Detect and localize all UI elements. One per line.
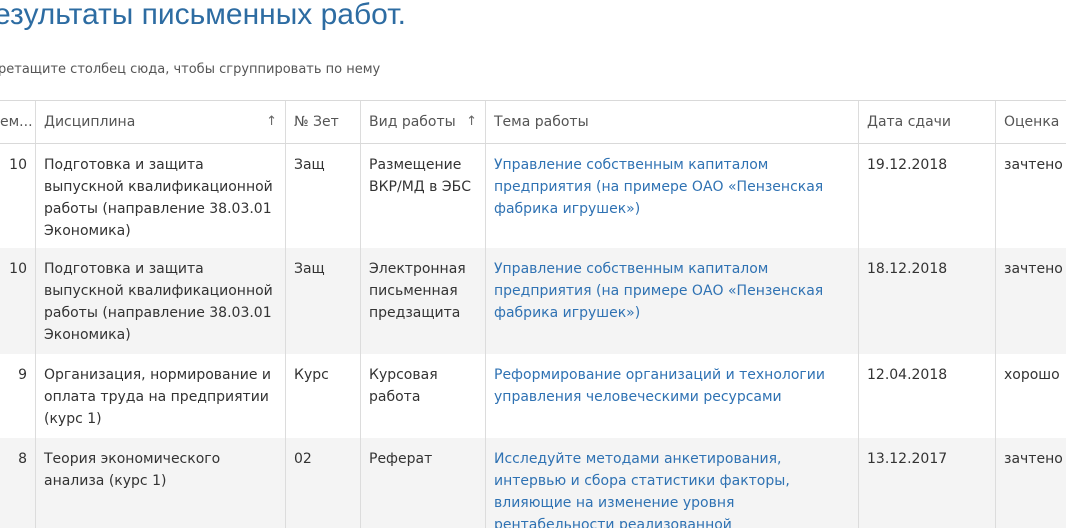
- grade-cell: зачтено: [1004, 451, 1063, 467]
- date-cell: 12.04.2018: [859, 354, 996, 438]
- header-topic[interactable]: Тема работы: [486, 101, 859, 143]
- topic-cell: Управление собственным капиталом предпри…: [486, 144, 859, 248]
- results-table: ем... Дисциплина ↑ № Зет Вид работы ↑ Тема…: [0, 100, 1066, 528]
- discipline-cell: Подготовка и защита выпускной квалификац…: [36, 144, 286, 248]
- semester-cell: 8: [0, 438, 36, 528]
- zet-cell: Защ: [286, 248, 361, 354]
- grade-cell: зачтено: [1004, 261, 1063, 277]
- work-type-cell: Размещение ВКР/МД в ЭБС: [361, 144, 486, 248]
- header-zet[interactable]: № Зет: [286, 101, 361, 143]
- sort-asc-icon: ↑: [466, 114, 477, 129]
- table-row: 10 Подготовка и защита выпускной квалифи…: [0, 248, 1066, 354]
- header-work-type[interactable]: Вид работы ↑: [361, 101, 486, 143]
- topic-cell: Управление собственным капиталом предпри…: [486, 248, 859, 354]
- work-type-cell: Реферат: [361, 438, 486, 528]
- group-by-drop-zone[interactable]: ретащите столбец сюда, чтобы сгруппирова…: [0, 62, 380, 77]
- semester-cell: 9: [0, 354, 36, 438]
- table-header: ем... Дисциплина ↑ № Зет Вид работы ↑ Тема…: [0, 100, 1066, 144]
- table-row: 10 Подготовка и защита выпускной квалифи…: [0, 144, 1066, 248]
- discipline-cell: Подготовка и защита выпускной квалификац…: [36, 248, 286, 354]
- topic-link[interactable]: Управление собственным капиталом предпри…: [494, 157, 823, 217]
- date-cell: 13.12.2017: [859, 438, 996, 528]
- date-cell: 19.12.2018: [859, 144, 996, 248]
- date-cell: 18.12.2018: [859, 248, 996, 354]
- zet-cell: Защ: [286, 144, 361, 248]
- header-semester[interactable]: ем...: [0, 101, 36, 143]
- grade-cell: хорошо: [1004, 367, 1060, 383]
- discipline-cell: Организация, нормирование и оплата труда…: [36, 354, 286, 438]
- table-row: 9 Организация, нормирование и оплата тру…: [0, 354, 1066, 438]
- header-date[interactable]: Дата сдачи: [859, 101, 996, 143]
- grade-cell: зачтено: [1004, 157, 1063, 173]
- work-type-cell: Электронная письменная предзащита: [361, 248, 486, 354]
- semester-cell: 10: [0, 144, 36, 248]
- sort-asc-icon: ↑: [266, 114, 277, 129]
- work-type-cell: Курсовая работа: [361, 354, 486, 438]
- topic-link[interactable]: Управление собственным капиталом предпри…: [494, 261, 823, 321]
- table-row: 8 Теория экономического анализа (курс 1)…: [0, 438, 1066, 528]
- page-title: езультаты письменных работ.: [0, 0, 406, 31]
- semester-cell: 10: [0, 248, 36, 354]
- zet-cell: Курс: [286, 354, 361, 438]
- topic-link[interactable]: Реформирование организаций и технологии …: [494, 367, 825, 405]
- topic-link[interactable]: Исследуйте методами анкетирования, интер…: [494, 451, 790, 528]
- header-discipline[interactable]: Дисциплина ↑: [36, 101, 286, 143]
- topic-cell: Исследуйте методами анкетирования, интер…: [486, 438, 859, 528]
- topic-cell: Реформирование организаций и технологии …: [486, 354, 859, 438]
- discipline-cell: Теория экономического анализа (курс 1): [36, 438, 286, 528]
- header-grade[interactable]: Оценка: [996, 101, 1066, 143]
- zet-cell: 02: [286, 438, 361, 528]
